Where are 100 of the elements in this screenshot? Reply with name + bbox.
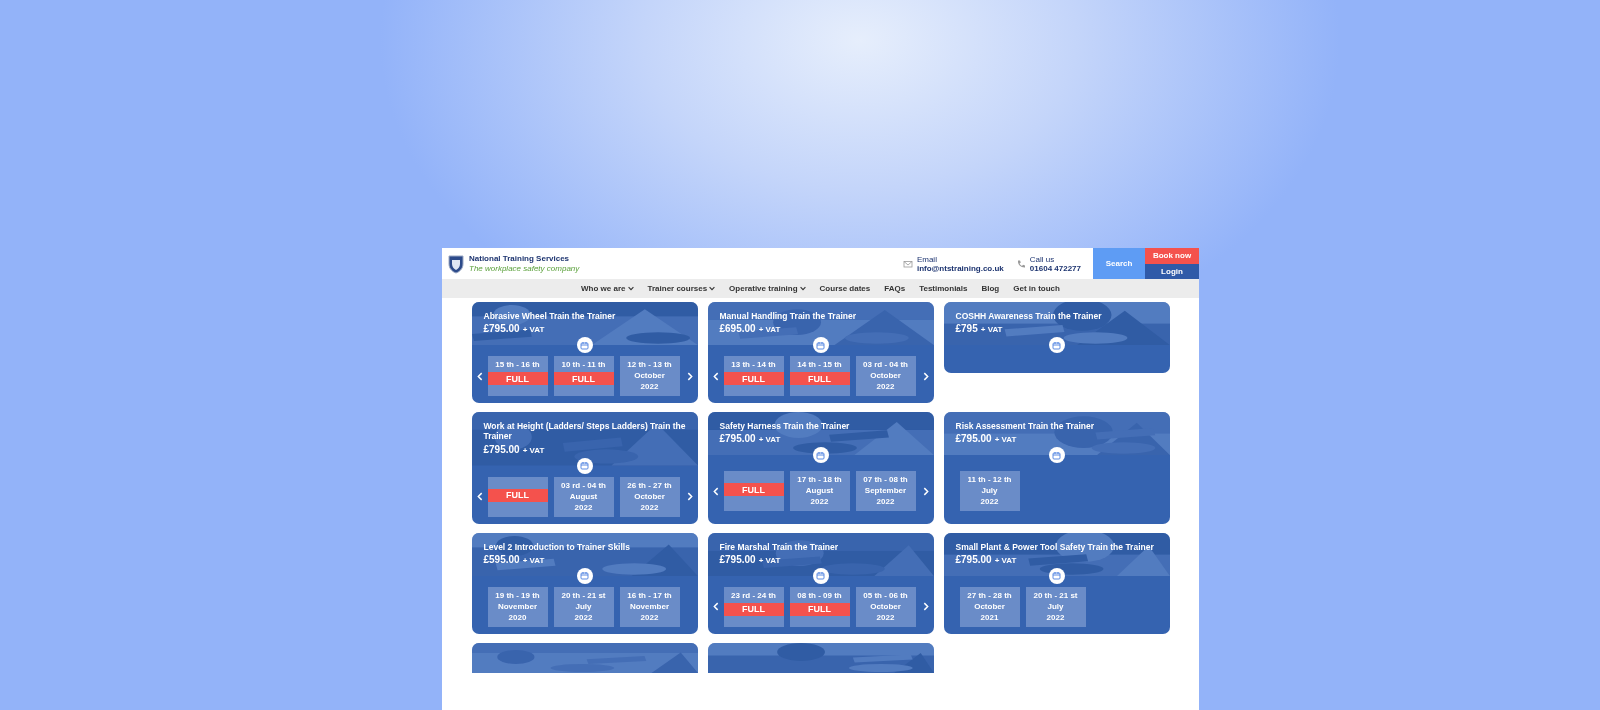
course-price: £795.00 (955, 553, 992, 565)
date-range: 08 th - 09 th (797, 590, 842, 601)
chevron-right-icon[interactable] (922, 486, 929, 496)
date-month: November (497, 601, 538, 612)
nav-item[interactable]: Testimonials (919, 284, 968, 293)
course-price: £795.00 (483, 323, 520, 335)
date-slot[interactable]: 23 rd - 24 th FULL (723, 586, 784, 627)
date-slot[interactable]: 17 th - 18 th August 2022 (789, 471, 850, 512)
chevron-left-icon[interactable] (476, 492, 483, 502)
email-link[interactable]: info@ntstraining.co.uk (916, 263, 1004, 273)
date-year: 2022 (810, 497, 829, 508)
date-slot[interactable]: FULL (487, 476, 548, 517)
date-range: 26 th - 27 th (627, 480, 672, 491)
date-month: November (629, 601, 670, 612)
date-month: September (864, 486, 907, 497)
vat-note: + VAT (522, 555, 545, 565)
date-slot[interactable]: 16 th - 17 th November 2022 (619, 586, 680, 627)
date-slot[interactable]: 07 th - 08 th September 2022 (855, 471, 916, 512)
date-slot[interactable]: 26 th - 27 th October 2022 (619, 476, 680, 517)
date-range: 20 th - 21 st (561, 590, 606, 601)
course-title[interactable]: COSHH Awareness Train the Trainer (955, 311, 1158, 322)
course-price: £695.00 (719, 323, 756, 335)
date-year: 2022 (1046, 612, 1065, 623)
course-title[interactable]: Level 2 Introduction to Trainer Skills (483, 541, 686, 552)
calendar-icon (1052, 340, 1061, 350)
course-title[interactable]: Abrasive Wheel Train the Trainer (483, 311, 686, 322)
date-year: 2022 (640, 502, 659, 513)
full-label: FULL (723, 372, 784, 386)
date-month: July (981, 486, 998, 497)
course-price: £595.00 (483, 553, 520, 565)
date-slot[interactable]: 05 th - 06 th October 2022 (855, 586, 916, 627)
search-button[interactable]: Search (1093, 248, 1145, 279)
vat-note: + VAT (758, 435, 781, 445)
date-range: 23 rd - 24 th (731, 590, 776, 601)
date-range: 14 th - 15 th (797, 360, 842, 371)
date-year: 2021 (980, 612, 999, 623)
course-title[interactable]: Work at Height (Ladders/ Steps Ladders) Train the Trainer (483, 421, 686, 442)
date-slot[interactable]: 20 th - 21 st July 2022 (553, 586, 614, 627)
date-year: 2022 (574, 502, 593, 513)
email-label: Email (916, 254, 938, 264)
course-title[interactable]: Manual Handling Train the Trainer (719, 311, 922, 322)
date-slot[interactable]: 15 th - 16 th FULL (487, 356, 548, 397)
chevron-right-icon[interactable] (922, 602, 929, 612)
chevron-down-icon (709, 286, 716, 291)
date-slot[interactable]: 14 th - 15 th FULL (789, 356, 850, 397)
date-year: 2022 (574, 612, 593, 623)
chevron-left-icon[interactable] (476, 371, 483, 381)
date-slot[interactable]: 20 th - 21 st July 2022 (1025, 586, 1086, 627)
full-label: FULL (789, 372, 850, 386)
chevron-left-icon[interactable] (712, 486, 719, 496)
nav-item[interactable]: Operative training (729, 284, 806, 293)
calendar-icon (1052, 450, 1061, 460)
nav-item[interactable]: Course dates (819, 284, 871, 293)
date-year: 2022 (876, 382, 895, 393)
full-label: FULL (487, 488, 548, 502)
date-year: 2022 (640, 612, 659, 623)
course-price: £795.00 (719, 433, 756, 445)
date-range: 13 th - 14 th (731, 360, 776, 371)
date-slot[interactable]: FULL (723, 471, 784, 512)
course-title[interactable]: Safety Harness Train the Trainer (719, 421, 922, 432)
date-slot[interactable]: 08 th - 09 th FULL (789, 586, 850, 627)
date-range: 10 th - 11 th (561, 360, 606, 371)
course-title[interactable]: Fire Marshal Train the Trainer (719, 541, 922, 552)
chevron-right-icon[interactable] (686, 492, 693, 502)
date-slot[interactable]: 03 rd - 04 th October 2022 (855, 356, 916, 397)
date-range: 03 rd - 04 th (561, 480, 606, 491)
nav-item[interactable]: Who we are (581, 284, 634, 293)
chevron-left-icon[interactable] (712, 371, 719, 381)
nav-item[interactable]: Trainer courses (647, 284, 716, 293)
phone-link[interactable]: 01604 472277 (1029, 263, 1081, 273)
course-title[interactable]: Risk Assessment Train the Trainer (955, 421, 1158, 432)
date-range: 12 th - 13 th (627, 360, 672, 371)
date-slot[interactable]: 11 th - 12 th July 2022 (959, 471, 1020, 512)
nav-item[interactable]: Blog (981, 284, 1000, 293)
date-slot[interactable]: 03 rd - 04 th August 2022 (553, 476, 614, 517)
date-range: 11 th - 12 th (967, 475, 1012, 486)
shield-logo-icon (447, 253, 465, 274)
chevron-right-icon[interactable] (922, 371, 929, 381)
chevron-right-icon[interactable] (686, 371, 693, 381)
date-slot[interactable]: 19 th - 19 th November 2020 (487, 586, 548, 627)
course-price: £795.00 (483, 443, 520, 455)
course-title[interactable]: Small Plant & Power Tool Safety Train the Trainer (955, 541, 1158, 552)
date-slot[interactable]: 13 th - 14 th FULL (723, 356, 784, 397)
full-label: FULL (723, 602, 784, 616)
nav-item[interactable]: FAQs (884, 284, 906, 293)
date-month: July (575, 601, 592, 612)
chevron-down-icon (799, 286, 806, 291)
calendar-icon (580, 461, 589, 471)
chevron-left-icon[interactable] (712, 602, 719, 612)
date-month: July (1047, 601, 1064, 612)
vat-note: + VAT (758, 325, 781, 335)
date-slot[interactable]: 12 th - 13 th October 2022 (619, 356, 680, 397)
vat-note: + VAT (522, 325, 545, 335)
date-slot[interactable]: 10 th - 11 th FULL (553, 356, 614, 397)
date-year: 2022 (876, 612, 895, 623)
nav-item[interactable]: Get in touch (1013, 284, 1060, 293)
vat-note: + VAT (980, 325, 1003, 335)
book-now-button[interactable]: Book now (1145, 248, 1199, 264)
date-slot[interactable]: 27 th - 28 th October 2021 (959, 586, 1020, 627)
vat-note: + VAT (994, 555, 1017, 565)
